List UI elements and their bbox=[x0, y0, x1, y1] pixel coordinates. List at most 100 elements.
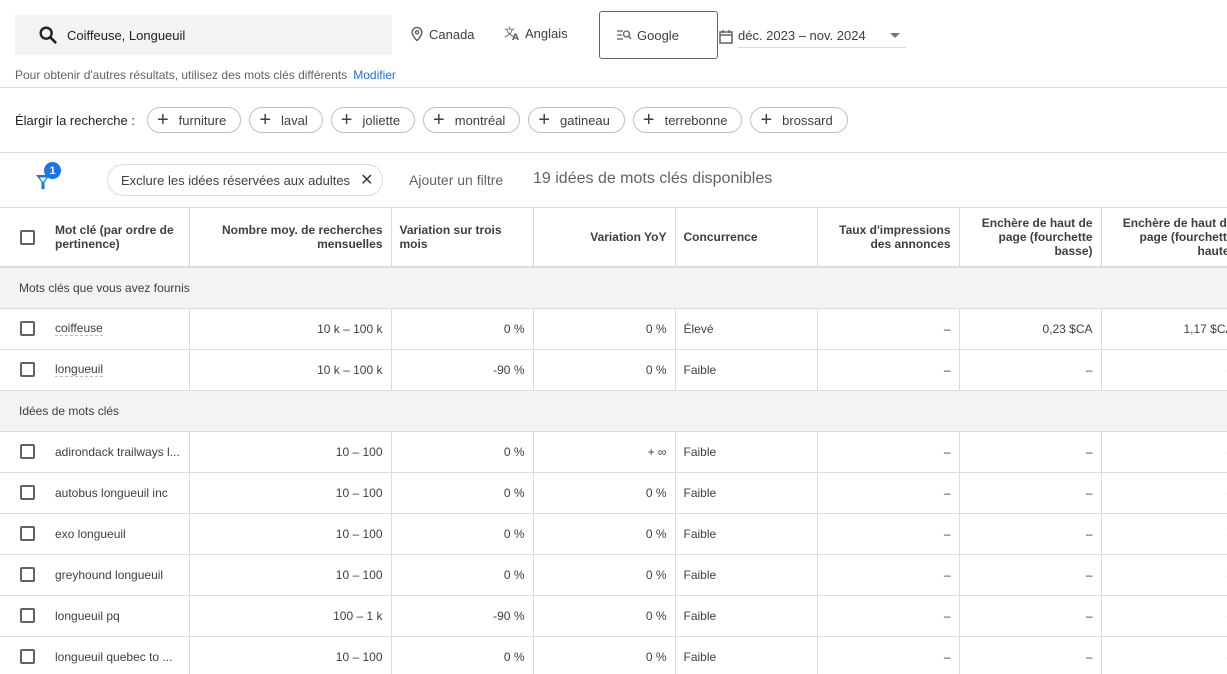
plus-icon: + bbox=[340, 109, 353, 131]
language-selector[interactable]: 文A Anglais bbox=[504, 26, 568, 41]
plus-icon: + bbox=[259, 109, 272, 131]
close-icon[interactable]: ✕ bbox=[360, 170, 373, 190]
competition-cell: Élevé bbox=[675, 308, 818, 350]
searches-cell: 10 – 100 bbox=[189, 513, 392, 555]
exclude-adult-filter-chip[interactable]: Exclure les idées réservées aux adultes … bbox=[107, 164, 384, 196]
network-label: Google bbox=[637, 27, 679, 43]
keyword-text: longueuil quebec to ... bbox=[55, 649, 173, 664]
hint-text: Pour obtenir d'autres résultats, utilise… bbox=[15, 68, 348, 82]
keyword-cell: exo longueuil bbox=[0, 513, 190, 555]
header-label: Mot clé (par ordre de pertinence) bbox=[55, 223, 174, 251]
keyword-text[interactable]: longueuil bbox=[55, 362, 104, 377]
keyword-text: adirondack trailways l... bbox=[55, 444, 180, 459]
filter-bar: 1 Exclure les idées réservées aux adulte… bbox=[0, 153, 1227, 208]
row-checkbox[interactable] bbox=[20, 567, 35, 582]
competition-cell: Faible bbox=[675, 595, 818, 637]
chip-label: gatineau bbox=[560, 112, 610, 128]
add-filter-button[interactable]: Ajouter un filtre bbox=[409, 172, 503, 188]
keyword-cell: longueuil quebec to ... bbox=[0, 636, 190, 674]
column-header-bid-low[interactable]: Enchère de haut de page (fourchette bass… bbox=[959, 208, 1102, 268]
bid-high-cell: – bbox=[1101, 554, 1227, 596]
impression-share-cell: – bbox=[817, 472, 960, 514]
row-checkbox[interactable] bbox=[20, 526, 35, 541]
keyword-cell: longueuil bbox=[0, 349, 190, 391]
three-month-cell: 0 % bbox=[391, 513, 534, 555]
column-header-yoy[interactable]: Variation YoY bbox=[533, 208, 676, 268]
impression-share-cell: – bbox=[817, 308, 960, 350]
row-checkbox[interactable] bbox=[20, 649, 35, 664]
table-row[interactable]: greyhound longueuil 10 – 100 0 % 0 % Faible –… bbox=[0, 554, 1227, 596]
keyword-text[interactable]: coiffeuse bbox=[55, 321, 103, 336]
broaden-chip[interactable]: + montréal bbox=[423, 107, 521, 133]
yoy-cell: + ∞ bbox=[533, 431, 676, 473]
competition-cell: Faible bbox=[675, 636, 818, 674]
table-row[interactable]: adirondack trailways l... 10 – 100 0 % + ∞ F… bbox=[0, 431, 1227, 473]
row-checkbox[interactable] bbox=[20, 485, 35, 500]
broaden-chip[interactable]: + terrebonne bbox=[632, 107, 743, 133]
search-query: Coiffeuse, Longueuil bbox=[67, 27, 186, 43]
table-row[interactable]: exo longueuil10 – 1000 %0 %Faible––– bbox=[0, 513, 1227, 555]
bid-low-cell: – bbox=[959, 349, 1102, 391]
yoy-cell: 0 % bbox=[533, 513, 676, 555]
yoy-cell: 0 % bbox=[533, 349, 676, 391]
location-label: Canada bbox=[429, 26, 475, 42]
search-hint: Pour obtenir d'autres résultats, utilise… bbox=[15, 68, 396, 82]
yoy-cell: 0 % bbox=[533, 554, 676, 596]
table-row[interactable]: longueuil pq100 – 1 k-90 %0 %Faible––– bbox=[0, 595, 1227, 637]
broaden-chip[interactable]: + gatineau bbox=[528, 107, 625, 133]
group-header-row: Idées de mots clés bbox=[0, 390, 1227, 432]
row-checkbox[interactable] bbox=[20, 321, 35, 336]
bid-low-cell: – bbox=[959, 472, 1102, 514]
column-header-bid-high[interactable]: Enchère de haut de page (fourchette haut… bbox=[1101, 208, 1227, 268]
yoy-cell: 0 % bbox=[533, 595, 676, 637]
three-month-cell: -90 % bbox=[391, 349, 534, 391]
three-month-cell: 0 % bbox=[391, 636, 534, 674]
chip-label: montréal bbox=[454, 112, 506, 128]
row-checkbox[interactable] bbox=[20, 608, 35, 623]
broaden-chip[interactable]: + laval bbox=[249, 107, 323, 133]
bid-high-cell: – bbox=[1101, 513, 1227, 555]
plus-icon: + bbox=[642, 109, 655, 131]
dropdown-arrow-icon bbox=[890, 33, 900, 38]
row-checkbox[interactable] bbox=[20, 444, 35, 459]
broaden-chip[interactable]: + furniture bbox=[146, 107, 242, 133]
table-row[interactable]: coiffeuse 10 k – 100 k0 % 0 % Élevé –0,23 $C… bbox=[0, 308, 1227, 350]
keyword-search-input[interactable]: Coiffeuse, Longueuil bbox=[15, 15, 392, 55]
bid-high-cell: 1,17 $CA bbox=[1101, 308, 1227, 350]
network-selector[interactable]: Google bbox=[599, 11, 718, 59]
calendar-icon bbox=[719, 29, 733, 44]
broaden-chip[interactable]: + brossard bbox=[750, 107, 848, 133]
date-range-field[interactable]: déc. 2023 – nov. 2024 bbox=[738, 24, 906, 48]
bid-low-cell: – bbox=[959, 636, 1102, 674]
date-range-selector[interactable]: déc. 2023 – nov. 2024 bbox=[719, 24, 906, 48]
modify-link[interactable]: Modifier bbox=[353, 68, 396, 82]
group-title: Idées de mots clés bbox=[0, 390, 1227, 432]
location-selector[interactable]: Canada bbox=[410, 26, 475, 42]
keyword-text: greyhound longueuil bbox=[55, 567, 164, 582]
language-label: Anglais bbox=[525, 26, 568, 41]
select-all-checkbox[interactable] bbox=[20, 229, 35, 245]
searches-cell: 10 k – 100 k bbox=[189, 349, 392, 391]
keyword-text: exo longueuil bbox=[55, 526, 126, 541]
plus-icon: + bbox=[433, 109, 445, 131]
column-header-searches[interactable]: Nombre moy. de recherches mensuelles bbox=[189, 208, 392, 268]
column-header-keyword[interactable]: Mot clé (par ordre de pertinence) bbox=[0, 208, 190, 268]
table-row[interactable]: autobus longueuil inc 10 – 100 0 % 0 % Faibl… bbox=[0, 472, 1227, 514]
broaden-chip[interactable]: + joliette bbox=[330, 107, 416, 133]
search-icon bbox=[39, 26, 57, 44]
table-row[interactable]: longueuil quebec to ... 10 – 100 0 % 0 % Fai… bbox=[0, 636, 1227, 674]
filter-chip-label: Exclure les idées réservées aux adultes bbox=[121, 172, 351, 188]
column-header-impression-share[interactable]: Taux d'impressions des annonces bbox=[817, 208, 960, 268]
group-title: Mots clés que vous avez fournis bbox=[0, 267, 1227, 309]
column-header-competition[interactable]: Concurrence bbox=[675, 208, 818, 268]
bid-high-cell: – bbox=[1101, 349, 1227, 391]
bid-low-cell: – bbox=[959, 431, 1102, 473]
column-header-three-month[interactable]: Variation sur trois mois bbox=[391, 208, 534, 268]
impression-share-cell: – bbox=[817, 349, 960, 391]
searches-cell: 10 – 100 bbox=[189, 636, 392, 674]
row-checkbox[interactable] bbox=[20, 362, 35, 377]
broaden-label: Élargir la recherche : bbox=[15, 112, 135, 128]
table-row[interactable]: longueuil10 k – 100 k-90 %0 %Faible––– bbox=[0, 349, 1227, 391]
keyword-cell: autobus longueuil inc bbox=[0, 472, 190, 514]
yoy-cell: 0 % bbox=[533, 636, 676, 674]
